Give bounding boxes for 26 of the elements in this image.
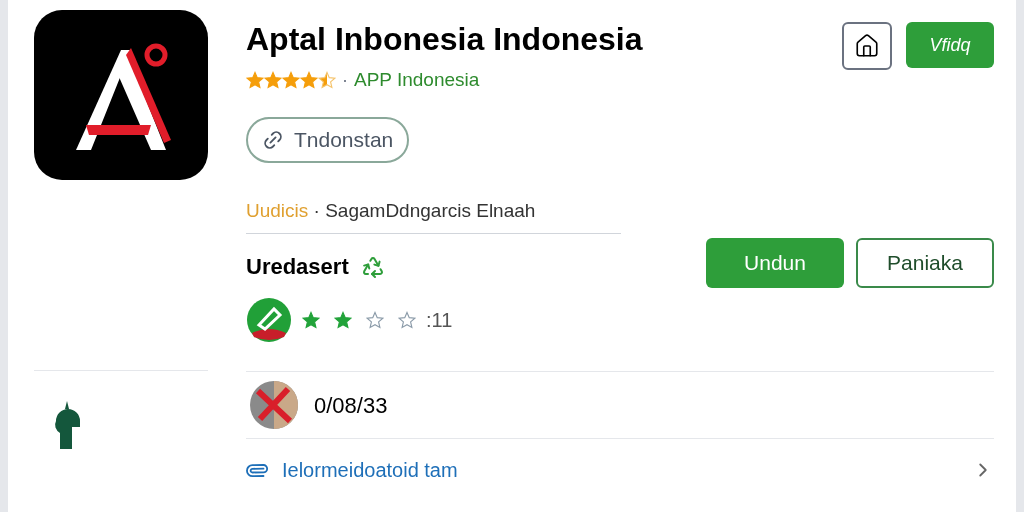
info-link[interactable]: Ielormeidoatoid tam [246, 455, 458, 485]
star-icon [334, 311, 352, 329]
section-title: Uredasert [246, 253, 349, 281]
star-icon [282, 71, 300, 90]
badge-icon [246, 297, 292, 343]
rating-count: :11 [426, 308, 453, 333]
entry-text: 0/08/33 [314, 391, 388, 420]
action-button[interactable]: Undun [706, 238, 844, 288]
star-icon [264, 71, 282, 90]
star-icon [366, 311, 384, 329]
recycle-icon [360, 254, 385, 279]
header-button[interactable]: Vfidq [906, 22, 994, 68]
category-chip[interactable]: Tndonstan [246, 116, 410, 163]
home-icon [854, 33, 880, 59]
avatar-icon [250, 381, 298, 429]
star-icon [300, 71, 318, 90]
star-icon [246, 71, 264, 90]
home-button[interactable] [842, 22, 892, 70]
star-icon [318, 71, 336, 90]
action-button[interactable]: Paniaka [856, 238, 994, 288]
publisher-name[interactable]: APP Indonesia [354, 66, 480, 95]
meta-text: Uudicis · SagamDdngarcis Elnaah [246, 199, 536, 221]
separator: · [342, 68, 348, 92]
app-title: Aptal Inbonesia Indonesia [246, 20, 643, 59]
star-icon [302, 311, 320, 329]
star-icon [398, 311, 416, 329]
